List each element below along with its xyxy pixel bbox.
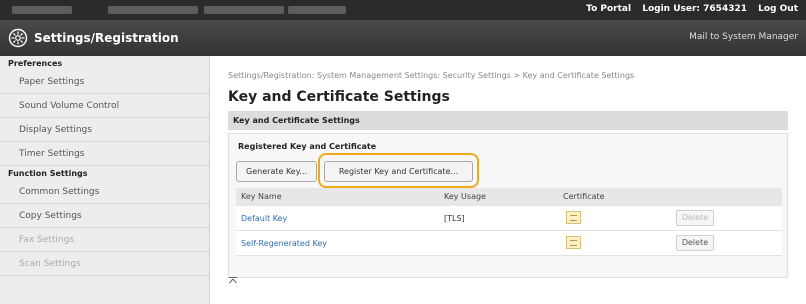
sidebar-item-sound-volume-control[interactable]: Sound Volume Control xyxy=(0,94,209,118)
logout-link[interactable]: Log Out xyxy=(758,4,798,14)
column-key-name: Key Name xyxy=(241,192,282,201)
blurred-tab-4 xyxy=(288,6,346,14)
certificate-icon[interactable] xyxy=(566,236,581,249)
register-key-and-certificate-button[interactable]: Register Key and Certificate... xyxy=(324,161,473,182)
key-name-link[interactable]: Self-Regenerated Key xyxy=(241,239,327,248)
sidebar-item-copy-settings[interactable]: Copy Settings xyxy=(0,204,209,228)
column-key-usage: Key Usage xyxy=(444,192,486,201)
delete-button[interactable]: Delete xyxy=(676,235,714,251)
delete-button[interactable]: Delete xyxy=(676,210,714,226)
settings-logo-icon xyxy=(8,28,28,48)
key-table: Key Name Key Usage Certificate Default K… xyxy=(236,188,782,256)
to-portal-link[interactable]: To Portal xyxy=(586,4,631,14)
sidebar-item-display-settings[interactable]: Display Settings xyxy=(0,118,209,142)
sidebar-item-scan-settings[interactable]: Scan Settings xyxy=(0,252,209,276)
mail-to-system-manager-link[interactable]: Mail to System Manager xyxy=(689,32,798,42)
column-certificate: Certificate xyxy=(563,192,605,201)
page-title: Key and Certificate Settings xyxy=(228,89,450,105)
top-links: To Portal Login User: 7654321 Log Out xyxy=(578,4,798,14)
generate-key-button[interactable]: Generate Key... xyxy=(236,161,317,182)
sidebar-item-common-settings[interactable]: Common Settings xyxy=(0,180,209,204)
sidebar: Preferences Paper Settings Sound Volume … xyxy=(0,56,210,304)
table-row: Default Key [TLS] Delete xyxy=(236,206,782,231)
sidebar-item-timer-settings[interactable]: Timer Settings xyxy=(0,142,209,166)
registered-key-title: Registered Key and Certificate xyxy=(238,142,377,151)
certificate-icon[interactable] xyxy=(566,211,581,224)
blurred-tab-1 xyxy=(12,6,72,14)
sidebar-item-fax-settings[interactable]: Fax Settings xyxy=(0,228,209,252)
sidebar-group-preferences: Preferences xyxy=(8,59,63,68)
sidebar-group-function-settings: Function Settings xyxy=(8,169,88,178)
sidebar-item-paper-settings[interactable]: Paper Settings xyxy=(0,70,209,94)
blurred-tab-2 xyxy=(108,6,198,14)
key-usage-value: [TLS] xyxy=(444,214,465,223)
breadcrumb: Settings/Registration: System Management… xyxy=(228,71,635,80)
section-header: Key and Certificate Settings xyxy=(228,111,788,130)
section-title: Key and Certificate Settings xyxy=(233,116,360,125)
login-user-label: Login User: 7654321 xyxy=(642,4,747,14)
table-row: Self-Regenerated Key Delete xyxy=(236,231,782,256)
app-title: Settings/Registration xyxy=(34,31,179,45)
table-header-row: Key Name Key Usage Certificate xyxy=(236,188,782,206)
top-bar: To Portal Login User: 7654321 Log Out xyxy=(0,0,806,20)
title-bar: Settings/Registration Mail to System Man… xyxy=(0,20,806,56)
registered-key-panel: Registered Key and Certificate Generate … xyxy=(228,133,788,278)
key-name-link[interactable]: Default Key xyxy=(241,214,287,223)
back-to-top-icon[interactable] xyxy=(228,276,238,286)
blurred-tab-3 xyxy=(204,6,284,14)
